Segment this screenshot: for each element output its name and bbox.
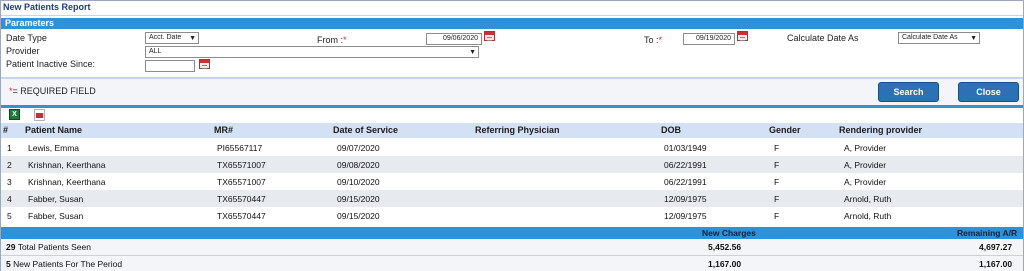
to-date-input[interactable]: 09/19/2020 (683, 33, 735, 45)
summary-row-new: 5 New Patients For The Period 1,167.00 1… (1, 256, 1023, 271)
parameters-header: Parameters (1, 18, 1023, 29)
header-patient-name[interactable]: Patient Name (25, 125, 82, 135)
dob: 06/22/1991 (664, 160, 707, 170)
summary-row-total: 29 Total Patients Seen 5,452.56 4,697.27 (1, 239, 1023, 255)
required-field-row: *= REQUIRED FIELD Search Close (1, 79, 1023, 105)
new-charges-header: New Charges (702, 228, 756, 238)
patient-name: Krishnan, Keerthana (28, 160, 106, 170)
dob: 06/22/1991 (664, 177, 707, 187)
report-window: New Patients Report Parameters Date Type… (0, 0, 1024, 271)
required-star: * (658, 35, 663, 45)
header-mr[interactable]: MR# (214, 125, 233, 135)
chevron-down-icon: ▼ (469, 49, 476, 56)
mr-number: TX65571007 (217, 160, 266, 170)
calculate-date-value: Calculate Date As (902, 34, 958, 41)
gender: F (774, 160, 780, 170)
row-number: 3 (7, 177, 12, 187)
patient-name: Fabber, Susan (28, 211, 84, 221)
summary-header: New Charges Remaining A/R (1, 227, 1023, 239)
table-row[interactable]: 3 Krishnan, Keerthana TX65571007 09/10/2… (1, 173, 1023, 190)
date-type-value: Acct. Date (149, 34, 182, 41)
date-type-label: Date Type (6, 33, 47, 43)
remaining-ar-header: Remaining A/R (957, 228, 1018, 238)
gender: F (774, 177, 780, 187)
total-new-charges: 5,452.56 (708, 242, 742, 252)
table-row[interactable]: 5 Fabber, Susan TX65570447 09/15/2020 12… (1, 207, 1023, 224)
row-number: 1 (7, 143, 12, 153)
search-button[interactable]: Search (878, 82, 939, 102)
dob: 12/09/1975 (664, 194, 707, 204)
rendering-provider: A, Provider (844, 143, 887, 153)
header-referring-physician[interactable]: Referring Physician (475, 125, 560, 135)
rendering-provider: Arnold, Ruth (844, 211, 892, 221)
chevron-down-icon: ▼ (970, 35, 977, 42)
total-remaining-ar: 4,697.27 (979, 242, 1013, 252)
mr-number: TX65571007 (217, 177, 266, 187)
provider-select[interactable]: ALL ▼ (145, 46, 479, 58)
page-title: New Patients Report (3, 2, 91, 12)
calculate-date-select[interactable]: Calculate Date As ▼ (898, 32, 980, 44)
date-of-service: 09/10/2020 (337, 177, 380, 187)
table-body: 1 Lewis, Emma PI65567117 09/07/2020 01/0… (1, 139, 1023, 224)
gender: F (774, 143, 780, 153)
patient-name: Krishnan, Keerthana (28, 177, 106, 187)
excel-icon[interactable]: X (9, 109, 20, 120)
parameters-panel: Date Type Acct. Date ▼ From :* 09/06/202… (1, 29, 1023, 77)
dob: 01/03/1949 (664, 143, 707, 153)
header-date-of-service[interactable]: Date of Service (333, 125, 398, 135)
calculate-date-label: Calculate Date As (787, 33, 859, 43)
table-row[interactable]: 1 Lewis, Emma PI65567117 09/07/2020 01/0… (1, 139, 1023, 156)
new-patients-summary: 5 New Patients For The Period (6, 259, 123, 269)
gender: F (774, 211, 780, 221)
patient-name: Fabber, Susan (28, 194, 84, 204)
calendar-icon[interactable] (199, 59, 210, 69)
row-number: 5 (7, 211, 12, 221)
table-row[interactable]: 2 Krishnan, Keerthana TX65571007 09/08/2… (1, 156, 1023, 173)
row-number: 4 (7, 194, 12, 204)
date-of-service: 09/15/2020 (337, 211, 380, 221)
mr-number: TX65570447 (217, 211, 266, 221)
export-toolbar: X (1, 108, 1023, 122)
date-type-select[interactable]: Acct. Date ▼ (145, 32, 199, 44)
table-header: # Patient Name MR# Date of Service Refer… (1, 123, 1023, 138)
chevron-down-icon: ▼ (189, 35, 196, 42)
provider-label: Provider (6, 46, 40, 56)
row-number: 2 (7, 160, 12, 170)
from-date-input[interactable]: 09/06/2020 (426, 33, 482, 45)
patient-name: Lewis, Emma (28, 143, 80, 153)
header-dob[interactable]: DOB (661, 125, 681, 135)
date-of-service: 09/08/2020 (337, 160, 380, 170)
rendering-provider: Arnold, Ruth (844, 194, 892, 204)
total-patients-summary: 29 Total Patients Seen (6, 242, 91, 252)
required-star: * (343, 35, 347, 45)
calendar-icon[interactable] (484, 31, 495, 41)
from-label: From :* (317, 35, 347, 45)
date-of-service: 09/07/2020 (337, 143, 380, 153)
new-patients-ar: 1,167.00 (979, 259, 1013, 269)
calendar-icon[interactable] (737, 31, 748, 41)
inactive-since-input[interactable] (145, 60, 195, 72)
close-button[interactable]: Close (958, 82, 1019, 102)
to-label: To :* (644, 35, 663, 45)
new-patients-charges: 1,167.00 (708, 259, 742, 269)
date-of-service: 09/15/2020 (337, 194, 380, 204)
title-divider (1, 15, 1023, 16)
header-rendering-provider[interactable]: Rendering provider (839, 125, 922, 135)
rendering-provider: A, Provider (844, 177, 887, 187)
rendering-provider: A, Provider (844, 160, 887, 170)
mr-number: TX65570447 (217, 194, 266, 204)
dob: 12/09/1975 (664, 211, 707, 221)
header-gender[interactable]: Gender (769, 125, 801, 135)
mr-number: PI65567117 (217, 143, 263, 153)
header-number: # (3, 125, 9, 135)
required-note: *= REQUIRED FIELD (9, 86, 96, 96)
table-row[interactable]: 4 Fabber, Susan TX65570447 09/15/2020 12… (1, 190, 1023, 207)
provider-value: ALL (149, 48, 162, 55)
inactive-since-label: Patient Inactive Since: (6, 59, 96, 69)
gender: F (774, 194, 780, 204)
pdf-icon[interactable] (34, 109, 45, 121)
